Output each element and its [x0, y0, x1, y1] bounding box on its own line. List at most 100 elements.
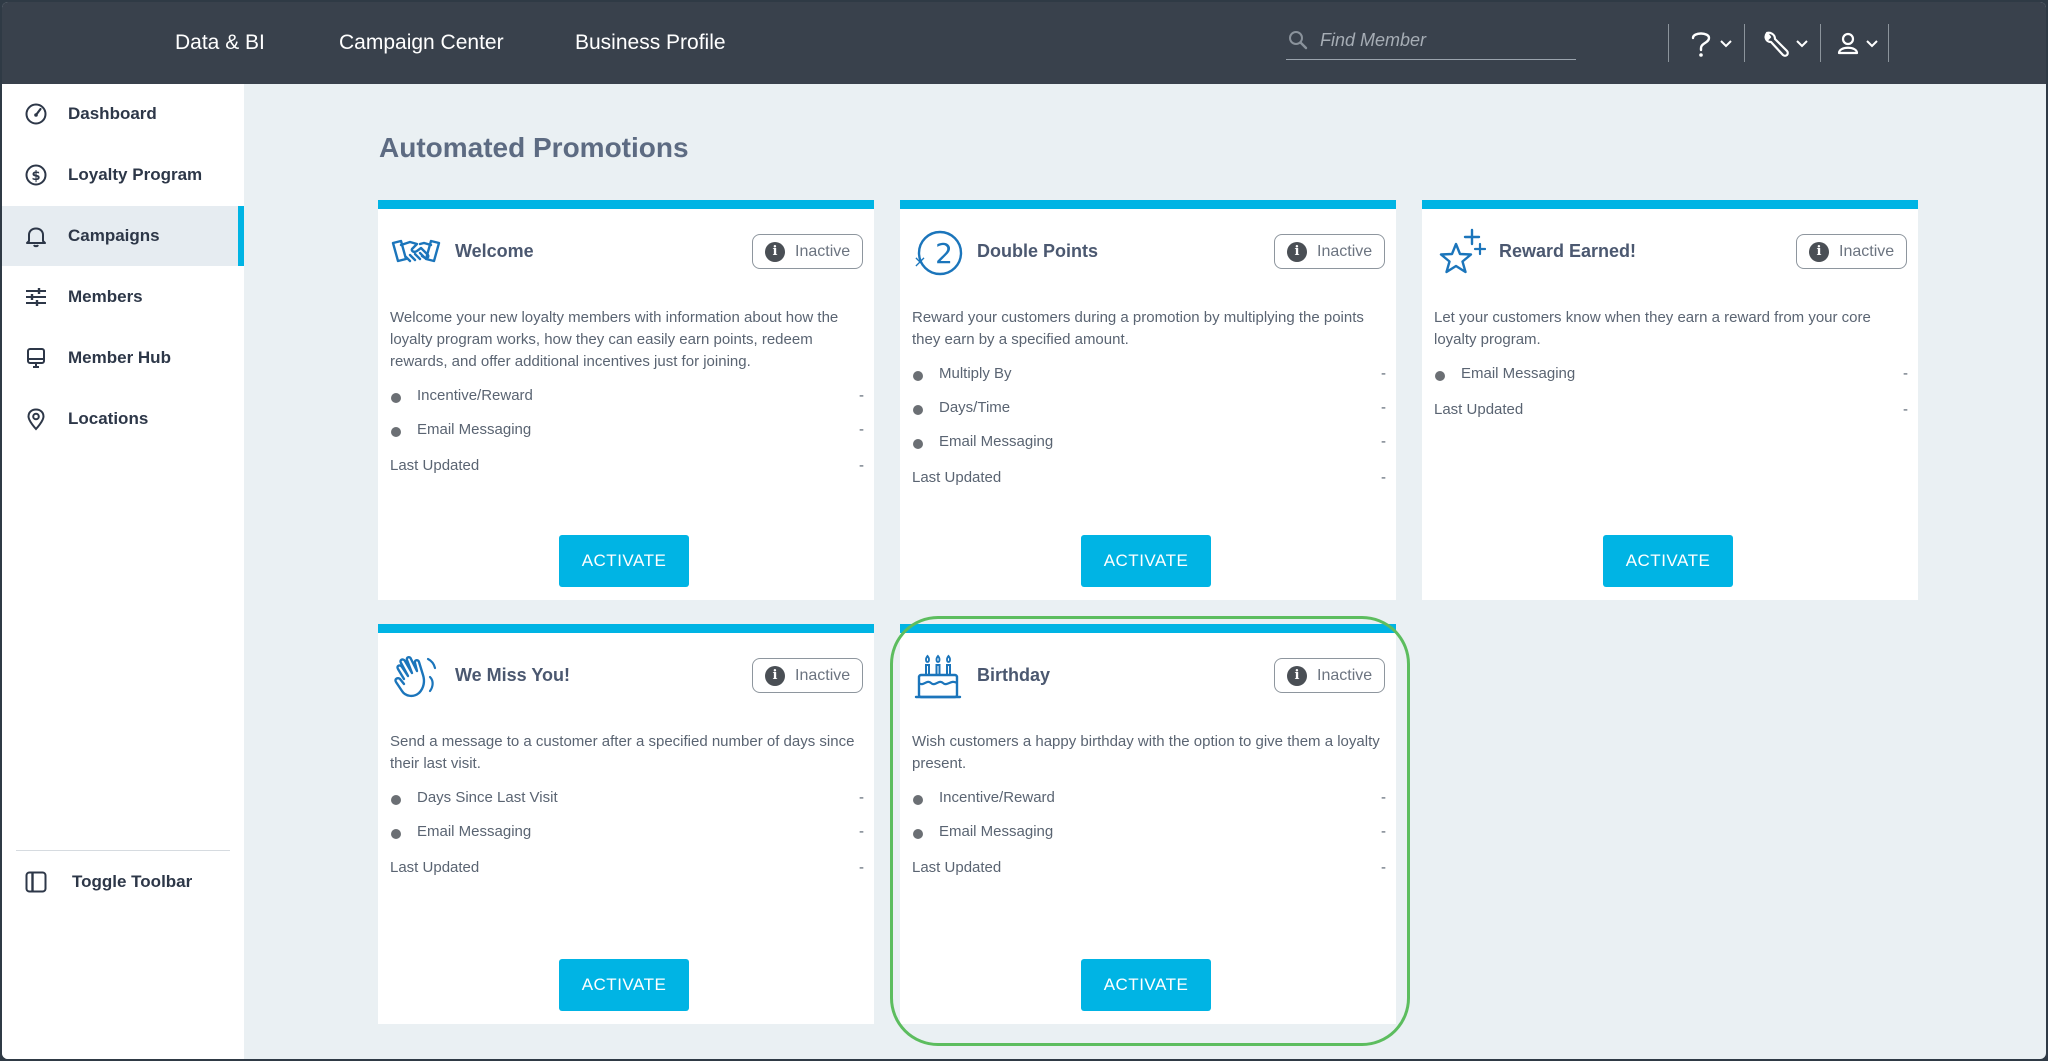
card-detail-row: Days/Time - — [912, 399, 1386, 421]
sidebar-item-loyalty-program[interactable]: $ Loyalty Program — [2, 145, 244, 205]
card-title: We Miss You! — [455, 665, 571, 685]
user-icon — [1837, 32, 1859, 55]
status-badge[interactable]: i Inactive — [752, 658, 863, 693]
toolbar-separator — [1820, 24, 1821, 62]
find-member-search — [1286, 24, 1576, 60]
sidebar-divider — [16, 850, 230, 851]
toolbar-separator — [1888, 24, 1889, 62]
svg-text:2: 2 — [935, 237, 953, 270]
star-sparkle-icon — [1439, 228, 1486, 274]
status-badge[interactable]: i Inactive — [1274, 234, 1385, 269]
status-text: Inactive — [795, 242, 851, 260]
row-value: - — [1381, 469, 1386, 486]
svg-text:$: $ — [31, 169, 40, 184]
status-badge[interactable]: i Inactive — [1796, 234, 1907, 269]
info-icon: i — [1287, 665, 1307, 686]
top-bar: Data & BI Campaign Center Business Profi… — [2, 2, 2046, 84]
row-label: Last Updated — [912, 469, 1002, 486]
status-text: Inactive — [1839, 242, 1895, 260]
sidebar-item-members[interactable]: Members — [2, 267, 244, 327]
sliders-icon — [26, 288, 46, 306]
find-member-input[interactable] — [1320, 26, 1570, 54]
card-title: Welcome — [455, 241, 534, 261]
row-label: Last Updated — [912, 859, 1002, 876]
bullet-icon — [913, 439, 923, 449]
info-icon: i — [1809, 241, 1829, 262]
row-value: - — [859, 387, 864, 404]
dollar-circle-icon: $ — [25, 164, 47, 186]
bullet-icon — [913, 795, 923, 805]
nav-data-bi[interactable]: Data & BI — [175, 2, 265, 84]
row-value: - — [1381, 399, 1386, 416]
row-label: Email Messaging — [1461, 365, 1576, 382]
activate-button[interactable]: ACTIVATE — [559, 959, 689, 1011]
help-menu-button[interactable] — [1688, 26, 1732, 62]
toggle-toolbar-label: Toggle Toolbar — [72, 872, 193, 891]
svg-text:×: × — [913, 252, 926, 271]
page-title: Automated Promotions — [379, 132, 689, 163]
sidebar-item-campaigns[interactable]: Campaigns — [2, 206, 244, 266]
nav-campaign-center[interactable]: Campaign Center — [339, 2, 504, 84]
waving-hand-icon — [394, 656, 437, 698]
sidebar-item-label: Dashboard — [68, 104, 157, 123]
toolbar-separator — [1744, 24, 1745, 62]
tools-menu-button[interactable] — [1762, 26, 1808, 62]
card-detail-row: Incentive/Reward - — [912, 789, 1386, 811]
toggle-toolbar-button[interactable]: Toggle Toolbar — [2, 852, 244, 912]
bullet-icon — [391, 829, 401, 839]
gauge-icon — [25, 103, 47, 125]
promotion-card-reward-earned: Reward Earned! i Inactive Let your custo… — [1422, 200, 1918, 600]
sidebar-item-label: Member Hub — [68, 348, 171, 367]
status-text: Inactive — [795, 666, 851, 684]
sidebar-item-member-hub[interactable]: Member Hub — [2, 328, 244, 388]
row-label: Last Updated — [1434, 401, 1524, 418]
sidebar-item-locations[interactable]: Locations — [2, 389, 244, 449]
row-value: - — [859, 859, 864, 876]
bullet-icon — [913, 405, 923, 415]
activate-button[interactable]: ACTIVATE — [1603, 535, 1733, 587]
row-value: - — [1381, 823, 1386, 840]
row-label: Last Updated — [390, 859, 480, 876]
status-badge[interactable]: i Inactive — [752, 234, 863, 269]
sidebar-toggle-icon — [25, 871, 47, 893]
sidebar-item-label: Locations — [68, 409, 149, 428]
sidebar-item-dashboard[interactable]: Dashboard — [2, 84, 244, 144]
row-value: - — [1381, 433, 1386, 450]
promotion-card-birthday: Birthday i Inactive Wish customers a hap… — [900, 624, 1396, 1024]
card-detail-row: Email Messaging - — [390, 421, 864, 443]
card-description: Wish customers a happy birthday with the… — [912, 733, 1380, 772]
row-value: - — [859, 457, 864, 474]
row-label: Days/Time — [939, 399, 1011, 416]
card-detail-row: Email Messaging - — [390, 823, 864, 845]
sidebar-item-label: Members — [68, 287, 143, 306]
row-label: Incentive/Reward — [939, 789, 1055, 806]
bullet-icon — [913, 829, 923, 839]
row-value: - — [1903, 401, 1908, 418]
row-value: - — [1903, 365, 1908, 382]
status-badge[interactable]: i Inactive — [1274, 658, 1385, 693]
card-detail-row: Incentive/Reward - — [390, 387, 864, 409]
card-detail-row: Multiply By - — [912, 365, 1386, 387]
card-title: Birthday — [977, 665, 1051, 685]
sidebar: Dashboard $ Loyalty Program Campaigns Me… — [2, 84, 244, 1059]
sidebar-item-label: Campaigns — [68, 226, 160, 245]
card-detail-row: Days Since Last Visit - — [390, 789, 864, 811]
nav-business-profile[interactable]: Business Profile — [575, 2, 726, 84]
map-pin-icon — [27, 408, 45, 431]
row-label: Email Messaging — [939, 823, 1054, 840]
wrench-icon — [1764, 31, 1789, 57]
row-label: Last Updated — [390, 457, 480, 474]
account-menu-button[interactable] — [1836, 26, 1878, 62]
card-detail-row: Email Messaging - — [1434, 365, 1908, 387]
row-value: - — [859, 789, 864, 806]
row-value: - — [1381, 789, 1386, 806]
bullet-icon — [391, 427, 401, 437]
last-updated-row: Last Updated - — [390, 859, 864, 881]
promotion-card-double-points: 2 × Double Points i Inactive Reward your… — [900, 200, 1396, 600]
row-label: Email Messaging — [417, 421, 532, 438]
activate-button[interactable]: ACTIVATE — [1081, 535, 1211, 587]
activate-button[interactable]: ACTIVATE — [559, 535, 689, 587]
chevron-down-icon — [1866, 40, 1878, 48]
monitor-icon — [27, 348, 45, 368]
activate-button[interactable]: ACTIVATE — [1081, 959, 1211, 1011]
